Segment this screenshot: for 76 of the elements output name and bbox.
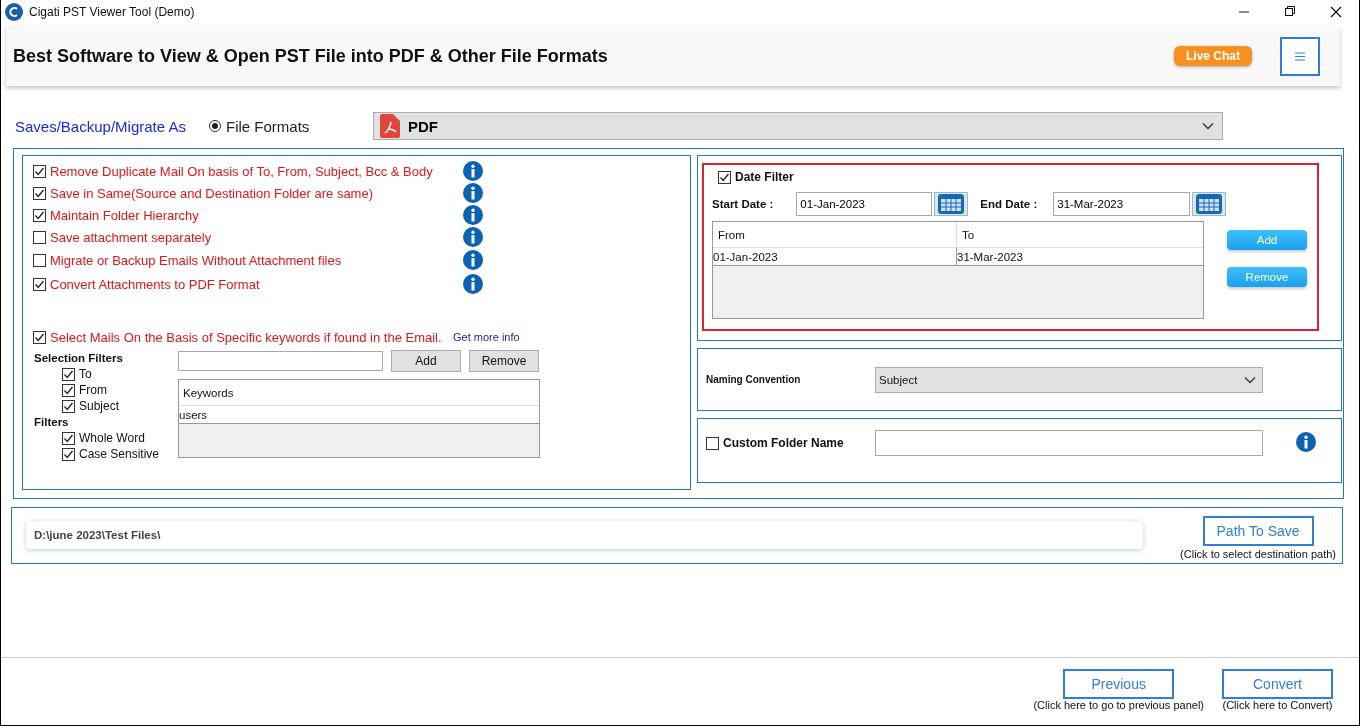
checkbox-label: Save attachment separately	[50, 229, 212, 245]
headline: Best Software to View & Open PST File into PDF & Other File Formats	[13, 45, 608, 67]
hint-text: (Click here to Convert)	[1222, 699, 1333, 711]
table-cell-text: users	[179, 407, 208, 423]
path-field: D:\june 2023\Test Files\	[26, 520, 1143, 549]
info-icon[interactable]	[463, 227, 483, 247]
checkbox-label: Subject	[79, 399, 120, 413]
get-more-info-link[interactable]: Get more info	[453, 331, 520, 343]
naming-dropdown[interactable]: Subject	[875, 366, 1263, 393]
previous-button[interactable]: Previous	[1063, 669, 1175, 699]
checkbox[interactable]	[33, 253, 46, 267]
menu-button[interactable]	[1280, 36, 1320, 76]
field-label: Start Date :	[712, 198, 774, 210]
calendar-icon[interactable]	[1192, 192, 1227, 216]
format-dropdown[interactable]: PDF	[373, 112, 1223, 140]
checkbox-label: Select Mails On the Basis of Specific keywords if found in the Email.	[50, 329, 442, 345]
checkbox-label: From	[79, 383, 107, 397]
menu-icon	[1295, 51, 1305, 61]
field-label: Naming Convention	[706, 374, 802, 385]
folder-name-field[interactable]	[875, 430, 1263, 456]
start-date-field[interactable]: 01-Jan-2023	[796, 192, 933, 216]
column-header: To	[961, 227, 976, 243]
hint-text: (Click here to go to previous panel)	[1033, 699, 1204, 711]
end-date-field[interactable]: 31-Mar-2023	[1053, 192, 1191, 216]
checkbox-label: Custom Folder Name	[723, 436, 844, 450]
checkbox-label: Date Filter	[735, 170, 794, 184]
remove-button[interactable]: Remove	[469, 350, 539, 372]
checkbox-label: Convert Attachments to PDF Format	[50, 276, 260, 292]
chevron-down-icon	[1244, 375, 1256, 384]
info-icon[interactable]	[463, 183, 483, 203]
window-title: Cigati PST Viewer Tool (Demo)	[29, 5, 195, 19]
checkbox[interactable]	[33, 164, 46, 178]
pdf-file-icon	[380, 114, 400, 138]
info-icon[interactable]	[463, 161, 483, 181]
checkbox[interactable]	[718, 170, 731, 184]
info-icon[interactable]	[463, 205, 483, 225]
checkbox-label: Case Sensitive	[79, 447, 160, 461]
checkbox[interactable]	[706, 436, 719, 450]
checkbox-label: Remove Duplicate Mail On basis of To, From, Subject, Bcc & Body	[50, 163, 433, 179]
dropdown-value: PDF	[408, 117, 438, 135]
checkbox-label: Save in Same(Source and Destination Folder are same)	[50, 185, 373, 201]
info-icon[interactable]	[463, 274, 483, 294]
checkbox[interactable]	[62, 383, 75, 397]
checkbox-label: Whole Word	[79, 431, 145, 445]
path-to-save-button[interactable]: Path To Save	[1202, 515, 1314, 546]
info-icon[interactable]	[463, 250, 483, 270]
checkbox-label: Migrate or Backup Emails Without Attachment files	[50, 252, 342, 268]
checkbox[interactable]	[62, 399, 75, 413]
checkbox[interactable]	[33, 277, 46, 291]
filter-heading: Filters	[34, 415, 70, 430]
info-icon[interactable]	[1296, 432, 1316, 452]
calendar-icon[interactable]	[934, 192, 969, 216]
checkbox-label: Maintain Folder Hierarchy	[50, 207, 199, 223]
checkbox[interactable]	[62, 367, 75, 381]
app-logo-icon	[5, 3, 23, 21]
column-header: Keywords	[182, 385, 234, 401]
add-button[interactable]: Add	[391, 350, 461, 372]
keyword-input-field[interactable]	[178, 351, 383, 371]
field-label: End Date :	[980, 198, 1038, 210]
checkbox[interactable]	[62, 431, 75, 445]
convert-button[interactable]: Convert	[1222, 669, 1333, 699]
table-cell-text: 31-Mar-2023	[957, 249, 1024, 265]
checkbox[interactable]	[33, 330, 46, 344]
dropdown-value: Subject	[879, 372, 918, 388]
checkbox[interactable]	[33, 230, 46, 244]
checkbox[interactable]	[33, 186, 46, 200]
hint-text: (Click to select destination path)	[1180, 547, 1336, 560]
checkbox-label: To	[79, 367, 92, 381]
checkbox[interactable]	[33, 208, 46, 222]
chevron-down-icon	[1202, 122, 1214, 130]
column-header: From	[713, 222, 957, 247]
filter-heading: Selection Filters	[34, 351, 124, 366]
radio-label: File Formats	[226, 117, 310, 135]
section-label: Saves/Backup/Migrate As	[15, 117, 187, 135]
checkbox[interactable]	[62, 447, 75, 461]
table-cell: 01-Jan-2023	[713, 248, 957, 265]
